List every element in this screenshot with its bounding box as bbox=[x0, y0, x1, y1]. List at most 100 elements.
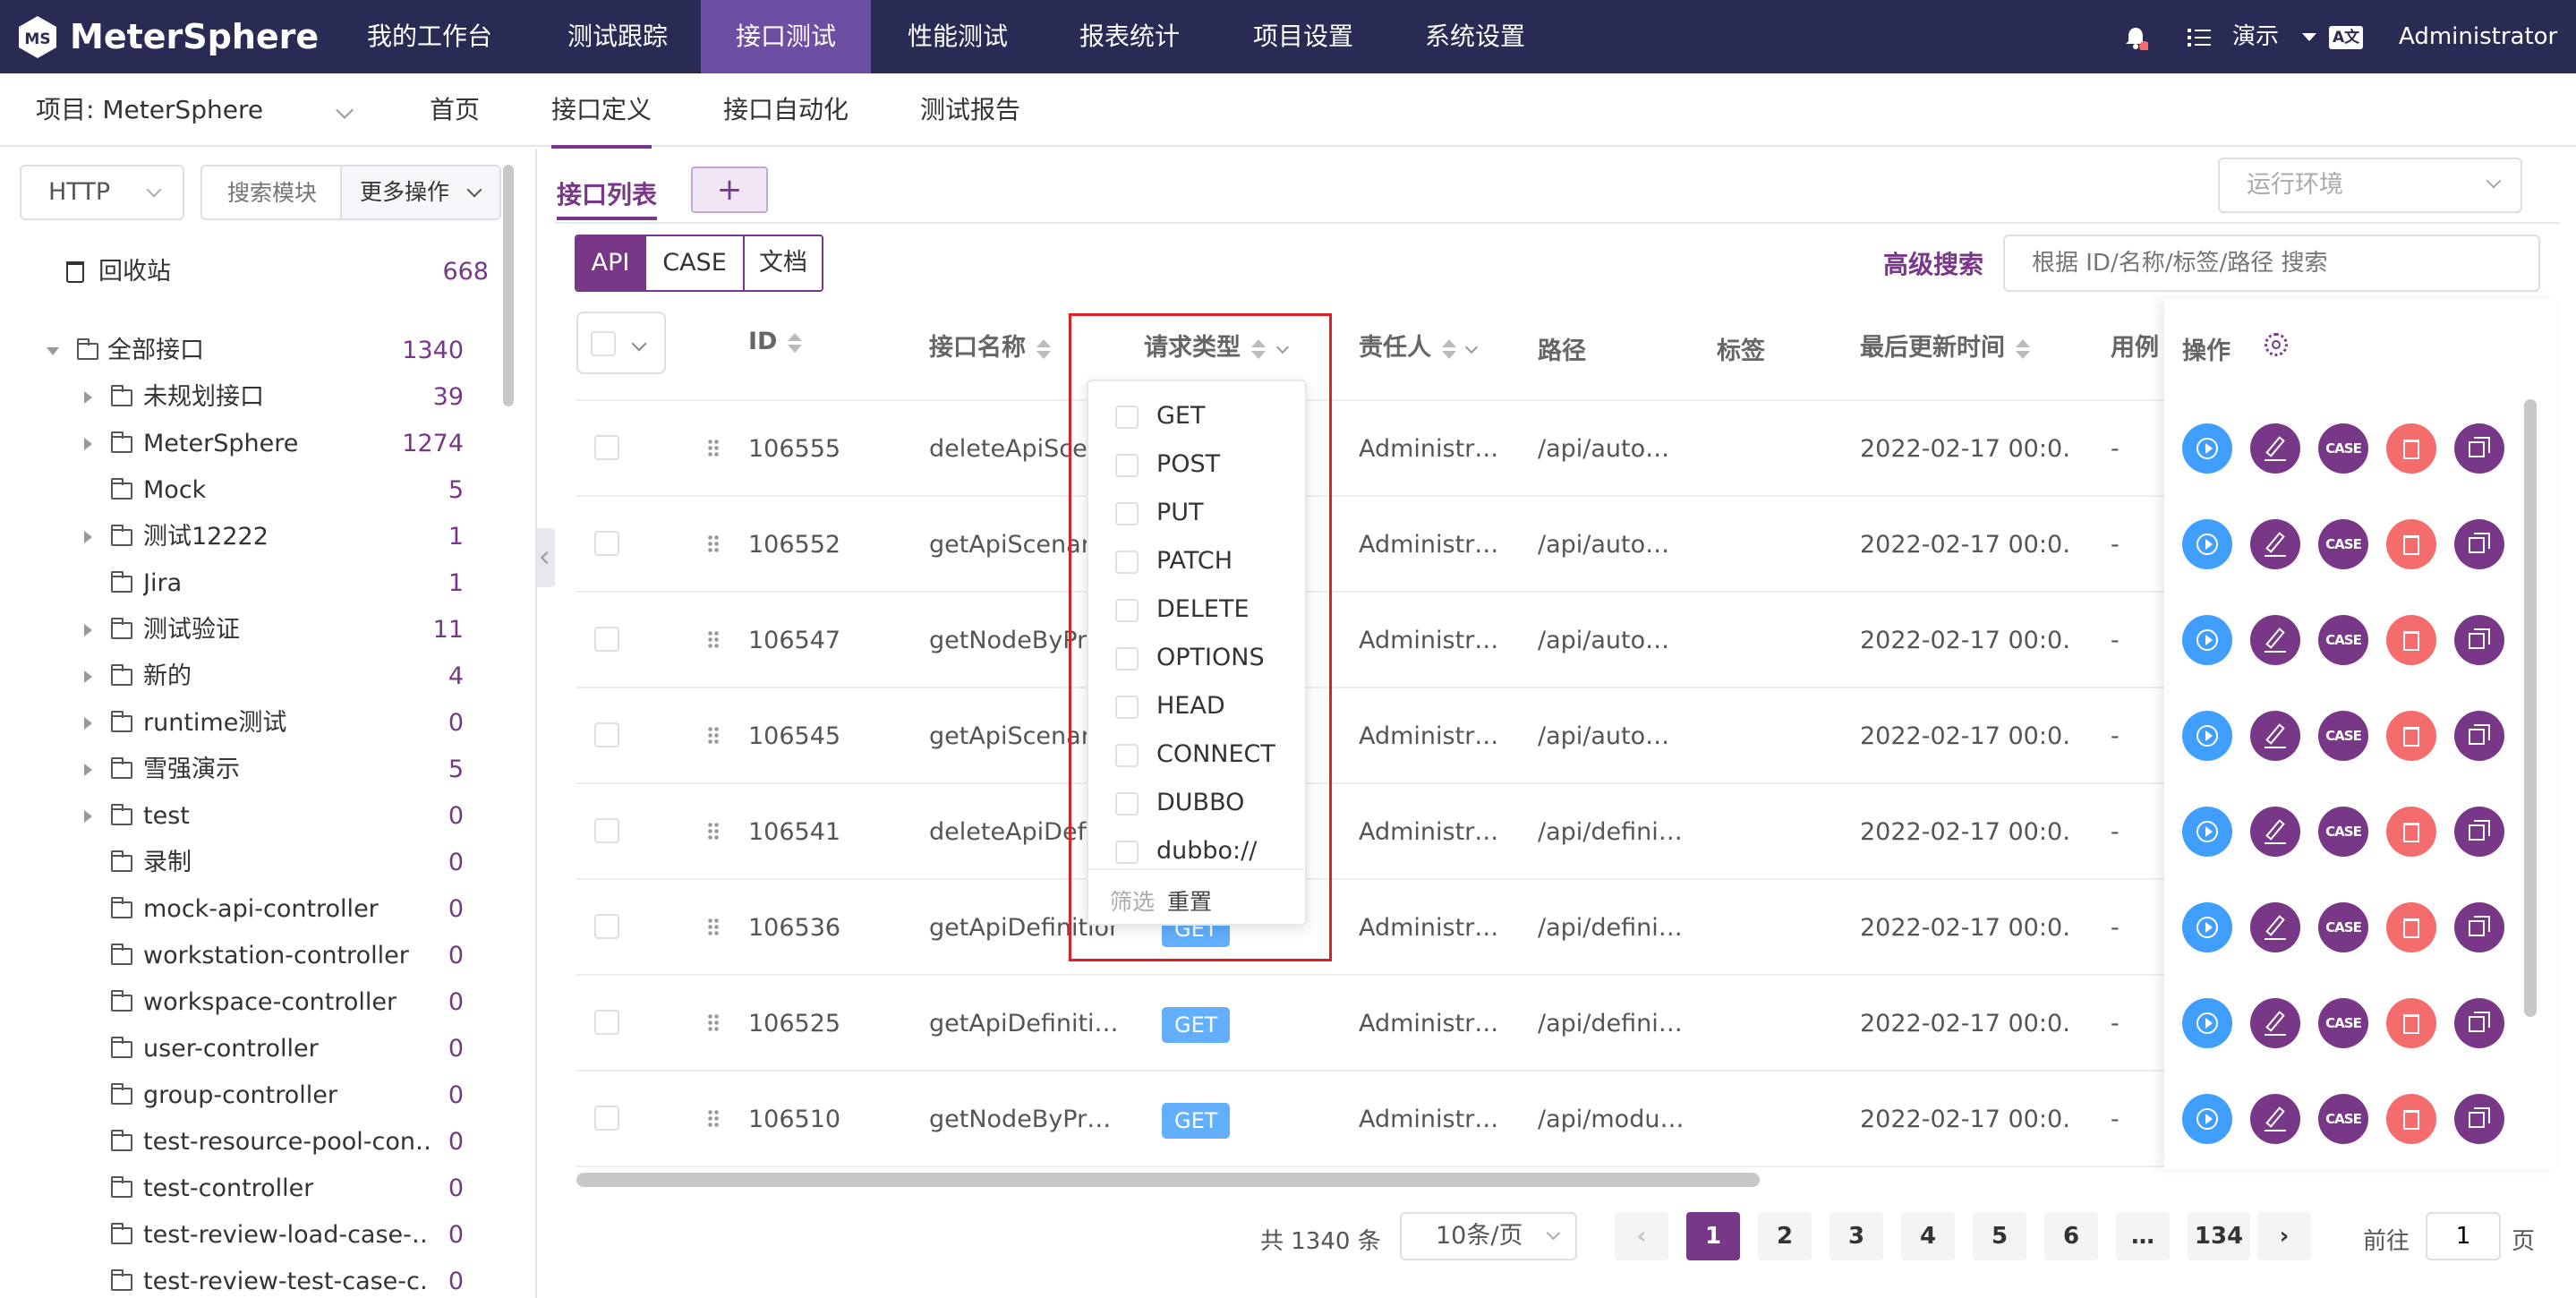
case-button[interactable]: CASE bbox=[2318, 519, 2368, 569]
run-button[interactable] bbox=[2182, 711, 2232, 761]
table-h-scrollbar[interactable] bbox=[576, 1173, 1760, 1187]
tree-node[interactable]: workstation-controller 0 bbox=[0, 933, 519, 979]
caret-right-icon[interactable] bbox=[84, 670, 92, 683]
caret-right-icon[interactable] bbox=[84, 438, 92, 450]
table-row[interactable]: 106541 deleteApiDefi… Administr…/api/defin… bbox=[576, 784, 2170, 880]
api-search-input[interactable] bbox=[2003, 235, 2540, 292]
nav-performance-test[interactable]: 性能测试 bbox=[877, 0, 1038, 73]
cell-name[interactable]: getApiDefiniti… bbox=[929, 976, 1117, 1072]
row-checkbox[interactable] bbox=[594, 914, 619, 939]
sort-icon[interactable] bbox=[1442, 338, 1456, 359]
mode-api-button[interactable]: API bbox=[576, 236, 644, 290]
tab-api-list[interactable]: 接口列表 bbox=[557, 170, 658, 220]
collapse-handle[interactable] bbox=[537, 528, 557, 587]
project-selector[interactable]: 项目: MeterSphere bbox=[36, 73, 358, 147]
add-tab-button[interactable]: + bbox=[691, 167, 768, 213]
protocol-select[interactable]: HTTP bbox=[20, 165, 184, 220]
col-header-id[interactable]: ID bbox=[748, 328, 803, 355]
row-checkbox[interactable] bbox=[594, 818, 619, 843]
run-button[interactable] bbox=[2182, 902, 2232, 952]
nav-api-test[interactable]: 接口测试 bbox=[701, 0, 871, 73]
nav-project-settings[interactable]: 项目设置 bbox=[1223, 0, 1384, 73]
col-header-name[interactable]: 接口名称 bbox=[929, 328, 1051, 363]
tree-node[interactable]: test 0 bbox=[0, 793, 519, 840]
case-button[interactable]: CASE bbox=[2318, 902, 2368, 952]
edit-button[interactable] bbox=[2250, 711, 2300, 761]
table-row[interactable]: 106525 getApiDefiniti… GET Administr… /api/d… bbox=[576, 976, 2170, 1072]
copy-button[interactable] bbox=[2454, 423, 2504, 474]
caret-right-icon[interactable] bbox=[84, 810, 92, 823]
edit-button[interactable] bbox=[2250, 423, 2300, 474]
tree-node[interactable]: MeterSphere 1274 bbox=[0, 421, 519, 467]
row-checkbox[interactable] bbox=[594, 435, 619, 460]
table-row[interactable]: 106545 getApiScenar… Administr…/api/auto… 2… bbox=[576, 688, 2170, 784]
row-checkbox[interactable] bbox=[594, 531, 619, 556]
edit-button[interactable] bbox=[2250, 519, 2300, 569]
run-button[interactable] bbox=[2182, 615, 2232, 665]
table-row[interactable]: 106536getApiDefinition…GETAdministr…/api… bbox=[576, 880, 2170, 976]
delete-button[interactable] bbox=[2386, 711, 2436, 761]
copy-button[interactable] bbox=[2454, 902, 2504, 952]
app-logo[interactable]: MS MeterSphere bbox=[16, 14, 319, 59]
copy-button[interactable] bbox=[2454, 998, 2504, 1048]
caret-right-icon[interactable] bbox=[84, 624, 92, 636]
run-button[interactable] bbox=[2182, 998, 2232, 1048]
nav-test-track[interactable]: 测试跟踪 bbox=[537, 0, 698, 73]
actions-scrollbar[interactable] bbox=[2524, 399, 2537, 1017]
tree-node[interactable]: Mock 5 bbox=[0, 467, 519, 514]
tab-test-report[interactable]: 测试报告 bbox=[920, 73, 1020, 147]
page-button[interactable]: 2 bbox=[1758, 1212, 1812, 1260]
nav-system-settings[interactable]: 系统设置 bbox=[1395, 0, 1556, 73]
copy-button[interactable] bbox=[2454, 615, 2504, 665]
mode-case-button[interactable]: CASE bbox=[644, 236, 743, 290]
row-checkbox[interactable] bbox=[594, 722, 619, 747]
tree-node[interactable]: test-review-test-case-c… 0 bbox=[0, 1259, 519, 1298]
copy-button[interactable] bbox=[2454, 1094, 2504, 1144]
tree-node[interactable]: 雪强演示 5 bbox=[0, 747, 519, 793]
delete-button[interactable] bbox=[2386, 423, 2436, 474]
tree-node[interactable]: 录制 0 bbox=[0, 840, 519, 886]
col-header-updated[interactable]: 最后更新时间 bbox=[1860, 328, 2030, 363]
tree-node[interactable]: 测试验证 11 bbox=[0, 607, 519, 653]
table-row[interactable]: 106547 getNodeByPr… Administr…/api/auto… 20… bbox=[576, 593, 2170, 688]
sort-icon[interactable] bbox=[788, 332, 803, 353]
page-button[interactable]: 134 bbox=[2188, 1212, 2250, 1260]
tree-node[interactable]: mock-api-controller 0 bbox=[0, 886, 519, 933]
tree-node[interactable]: group-controller 0 bbox=[0, 1072, 519, 1119]
env-select[interactable]: 运行环境 bbox=[2218, 158, 2522, 213]
mode-doc-button[interactable]: 文档 bbox=[743, 236, 822, 290]
copy-button[interactable] bbox=[2454, 807, 2504, 857]
advanced-search-link[interactable]: 高级搜索 bbox=[1883, 245, 1983, 281]
workspace-switcher[interactable]: 演示 bbox=[2232, 0, 2317, 73]
col-header-owner[interactable]: 责任人 bbox=[1359, 328, 1479, 363]
prev-page-button[interactable]: ‹ bbox=[1615, 1212, 1668, 1260]
tree-node[interactable]: test-review-load-case-… 0 bbox=[0, 1212, 519, 1259]
bell-icon[interactable] bbox=[2123, 25, 2150, 52]
recycle-bin-node[interactable]: 回收站 668 bbox=[0, 249, 519, 295]
tab-api-definition[interactable]: 接口定义 bbox=[551, 73, 653, 149]
tree-node[interactable]: 未规划接口 39 bbox=[0, 374, 519, 421]
drag-handle-icon[interactable] bbox=[707, 1013, 720, 1033]
sort-icon[interactable] bbox=[2016, 338, 2030, 359]
row-checkbox[interactable] bbox=[594, 1010, 619, 1035]
run-button[interactable] bbox=[2182, 807, 2232, 857]
case-button[interactable]: CASE bbox=[2318, 711, 2368, 761]
delete-button[interactable] bbox=[2386, 807, 2436, 857]
drag-handle-icon[interactable] bbox=[707, 726, 720, 746]
edit-button[interactable] bbox=[2250, 1094, 2300, 1144]
drag-handle-icon[interactable] bbox=[707, 1109, 720, 1129]
more-ops-button[interactable]: 更多操作 bbox=[340, 167, 499, 218]
page-size-select[interactable]: 10条/页 bbox=[1400, 1212, 1577, 1260]
case-button[interactable]: CASE bbox=[2318, 1094, 2368, 1144]
row-checkbox[interactable] bbox=[594, 1106, 619, 1131]
drag-handle-icon[interactable] bbox=[707, 534, 720, 554]
tree-node[interactable]: test-resource-pool-con… 0 bbox=[0, 1119, 519, 1166]
next-page-button[interactable]: › bbox=[2257, 1212, 2311, 1260]
tree-node[interactable]: 新的 4 bbox=[0, 653, 519, 700]
sort-icon[interactable] bbox=[1036, 338, 1051, 359]
delete-button[interactable] bbox=[2386, 519, 2436, 569]
drag-handle-icon[interactable] bbox=[707, 630, 720, 650]
tab-api-automation[interactable]: 接口自动化 bbox=[723, 73, 849, 147]
page-button-active[interactable]: 1 bbox=[1686, 1212, 1740, 1260]
tree-node[interactable]: 测试12222 1 bbox=[0, 514, 519, 560]
